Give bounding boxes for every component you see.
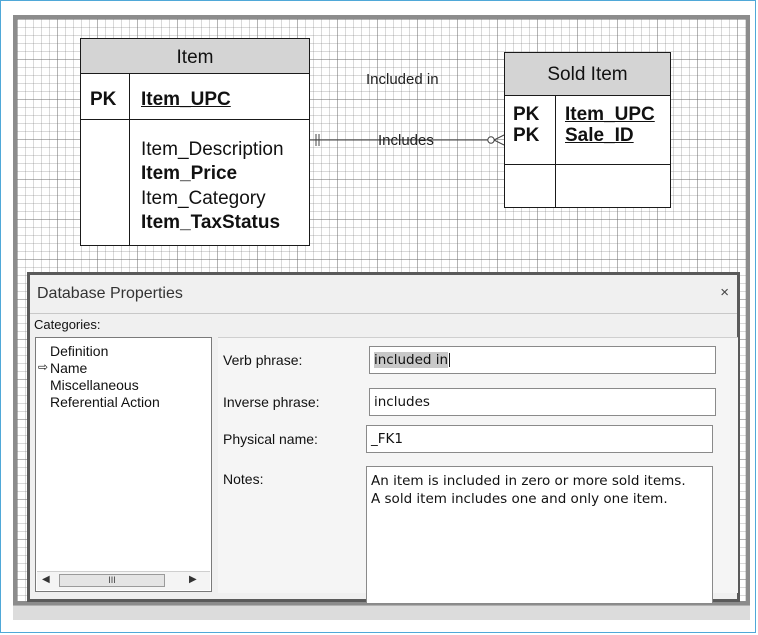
entity-sold-item-pk-field: Item_UPC [565, 104, 655, 125]
close-icon[interactable]: × [720, 284, 729, 301]
categories-label: Categories: [34, 317, 101, 332]
verb-phrase-label: Verb phrase: [223, 352, 303, 368]
relationship-label-bottom[interactable]: Includes [378, 132, 434, 149]
notes-label: Notes: [223, 471, 264, 487]
entity-item-field: Item_Description [141, 139, 284, 160]
entity-item-field: Item_Price [141, 163, 238, 184]
inverse-phrase-label: Inverse phrase: [223, 394, 320, 410]
notes-textarea[interactable]: An item is included in zero or more sold… [366, 466, 713, 604]
dialog-title: Database Properties [37, 285, 183, 302]
physical-name-label: Physical name: [223, 431, 318, 447]
inverse-phrase-value: includes [374, 394, 430, 410]
inverse-phrase-input[interactable]: includes [369, 388, 716, 416]
text-caret [449, 353, 451, 367]
verb-phrase-input[interactable]: included in [369, 346, 716, 374]
entity-item-pk-field: Item_UPC [141, 89, 231, 110]
entity-item-pk-label: PK [90, 89, 117, 110]
entity-sold-item-pk-field: Sale_ID [565, 125, 634, 146]
entity-sold-item-key-separator [505, 164, 670, 165]
entity-sold-item-pk-label: PK [513, 125, 540, 146]
categories-horizontal-scrollbar[interactable]: ◀ III ▶ [37, 571, 210, 590]
category-item-definition[interactable]: Definition [50, 343, 108, 359]
scroll-left-icon[interactable]: ◀ [42, 574, 50, 585]
relationship-label-top[interactable]: Included in [366, 71, 439, 88]
entity-sold-item-title: Sold Item [547, 64, 628, 85]
entity-item[interactable]: Item PK Item_UPC Item_Description Item_P… [80, 38, 310, 246]
entity-item-field: Item_Category [141, 188, 266, 209]
crowfoot-mark [493, 139, 505, 146]
selected-arrow-icon: ⇨ [38, 360, 49, 374]
zero-optional-mark [487, 136, 495, 144]
dialog-title-divider [30, 313, 737, 314]
entity-item-key-separator [81, 119, 309, 120]
notes-line: A sold item includes one and only one it… [371, 491, 668, 507]
entity-item-field: Item_TaxStatus [141, 212, 281, 233]
physical-name-input[interactable]: _FK1 [366, 425, 713, 453]
entity-item-title: Item [176, 47, 214, 68]
categories-list[interactable]: Definition ⇨ Name Miscellaneous Referent… [35, 337, 212, 592]
scroll-thumb[interactable]: III [59, 574, 165, 587]
notes-line: An item is included in zero or more sold… [371, 473, 686, 489]
category-item-referential-action[interactable]: Referential Action [50, 394, 160, 410]
entity-item-header: Item [81, 39, 309, 74]
entity-item-divider [129, 73, 130, 245]
entity-sold-item-divider [555, 95, 556, 207]
scroll-right-icon[interactable]: ▶ [189, 574, 197, 585]
crowfoot-mark [493, 134, 505, 141]
category-item-miscellaneous[interactable]: Miscellaneous [50, 377, 139, 393]
entity-sold-item-header: Sold Item [505, 53, 670, 96]
physical-name-value: _FK1 [371, 431, 403, 447]
entity-sold-item-pk-label: PK [513, 104, 540, 125]
canvas-bottom-strip [13, 605, 750, 620]
entity-sold-item[interactable]: Sold Item PK PK Item_UPC Sale_ID [504, 52, 671, 208]
category-item-name[interactable]: Name [50, 360, 87, 376]
verb-phrase-value: included in [374, 352, 449, 368]
